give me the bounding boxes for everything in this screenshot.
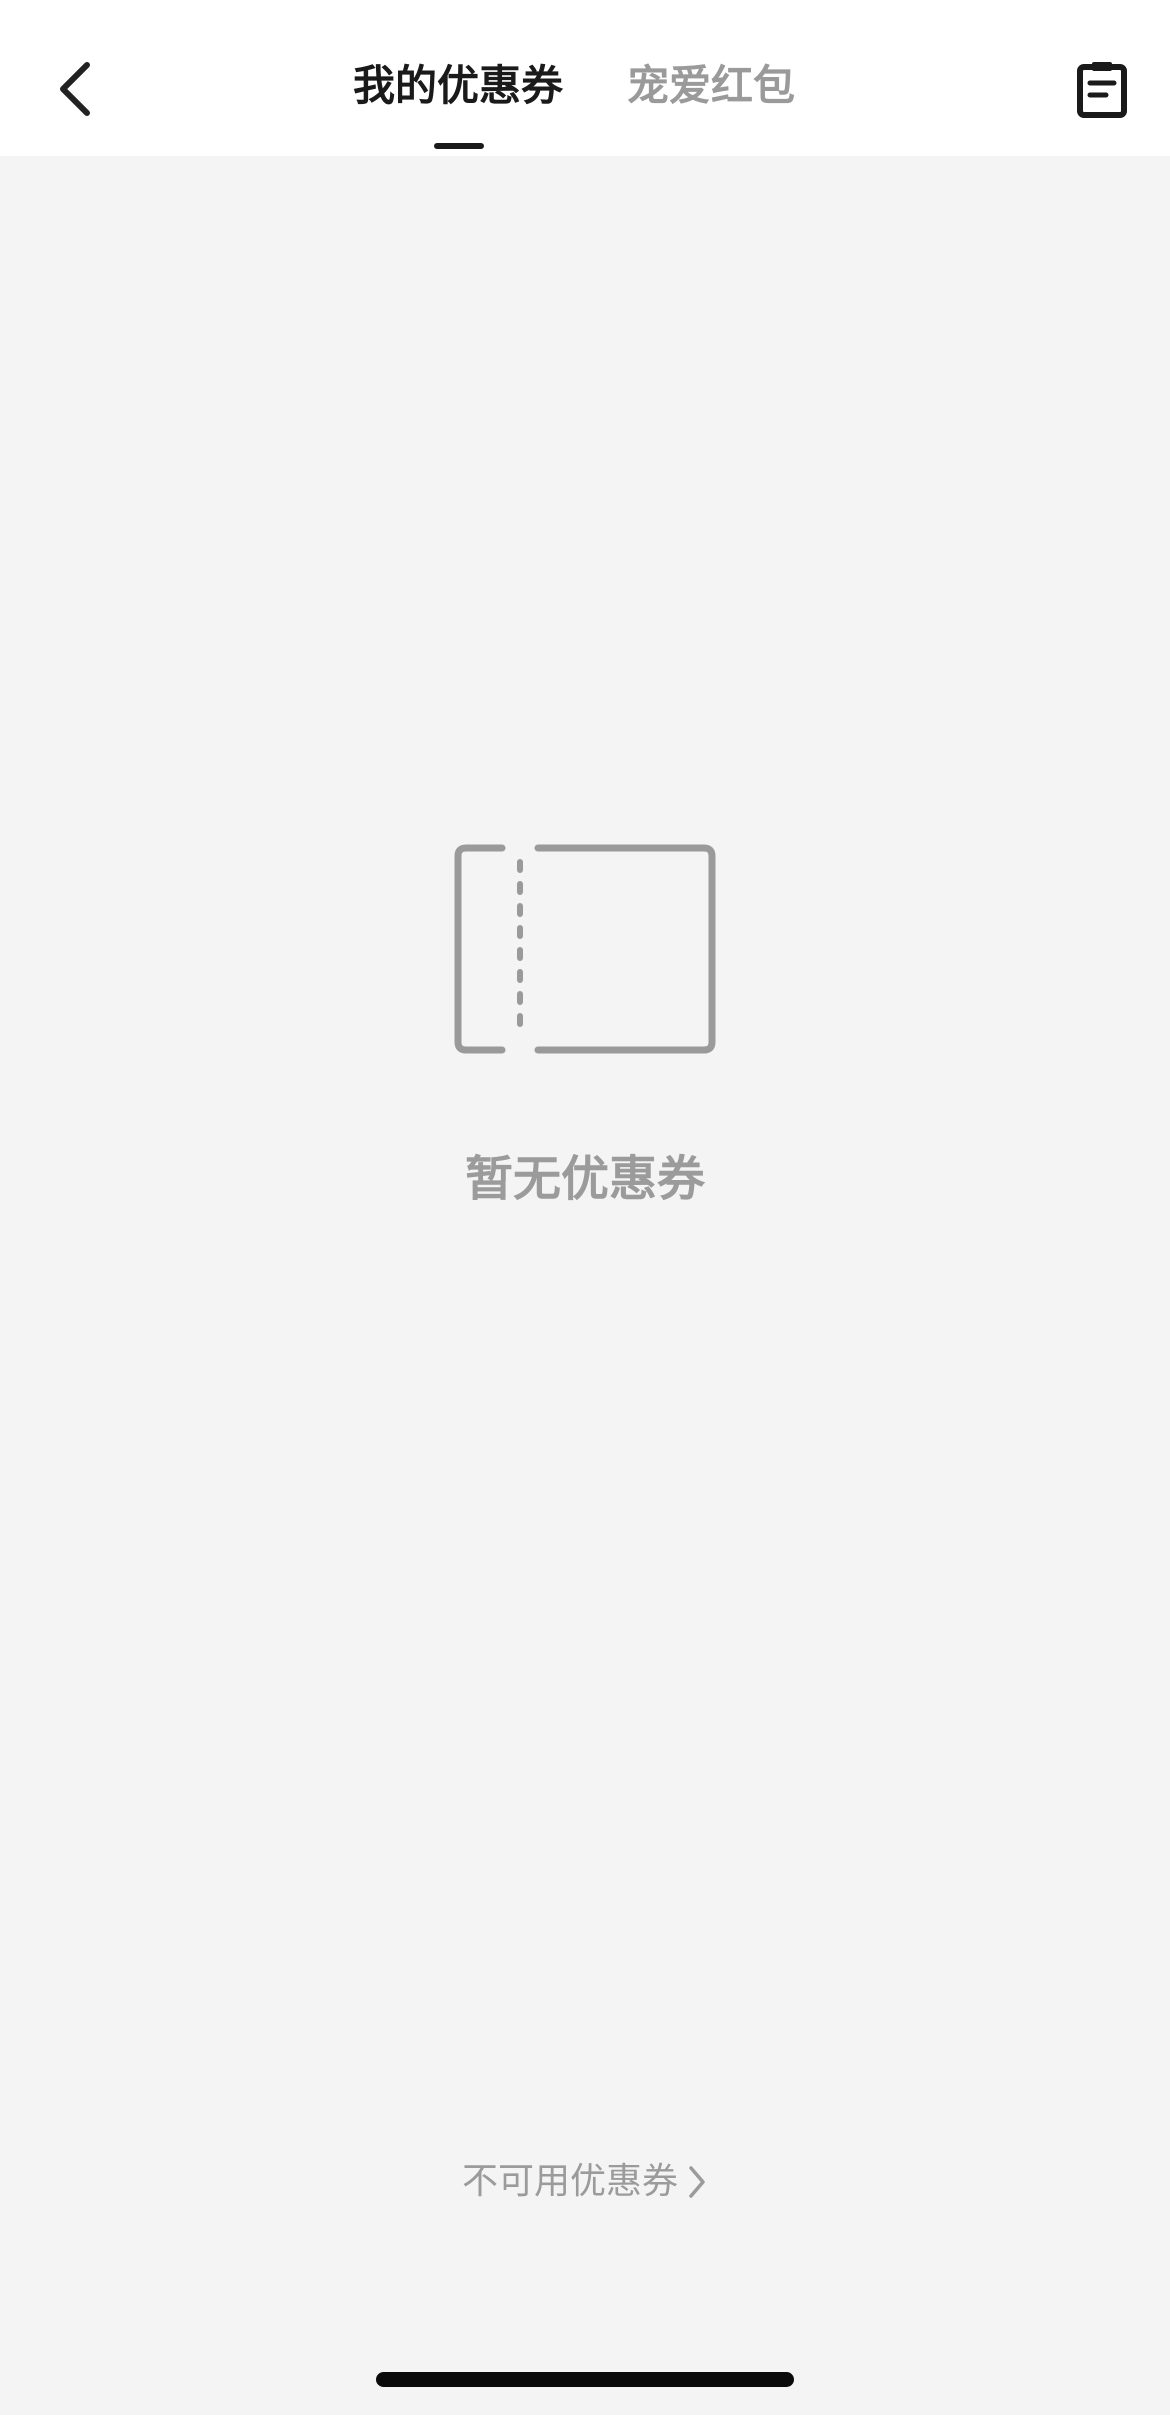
clipboard-icon — [1076, 59, 1128, 123]
coupon-ticket-icon — [452, 842, 718, 1056]
unavailable-coupons-label: 不可用优惠券 — [461, 2161, 678, 2202]
empty-state-message: 暂无优惠券 — [464, 1151, 705, 1207]
active-tab-indicator — [434, 143, 484, 149]
back-button[interactable] — [40, 46, 110, 136]
top-nav-bar: 我的优惠券 宠爱红包 — [0, 0, 1170, 156]
chevron-right-icon — [686, 2164, 708, 2200]
tab-pet-red-packets[interactable]: 宠爱红包 — [627, 56, 795, 116]
unavailable-coupons-link[interactable]: 不可用优惠券 — [0, 2156, 1170, 2208]
home-indicator[interactable] — [376, 2372, 794, 2387]
coupon-records-button[interactable] — [1070, 54, 1134, 128]
tab-my-coupons[interactable]: 我的优惠券 — [353, 56, 563, 116]
coupons-page: 我的优惠券 宠爱红包 暂无优惠券 不可用优惠券 — [0, 0, 1170, 2415]
chevron-left-icon — [55, 59, 95, 123]
